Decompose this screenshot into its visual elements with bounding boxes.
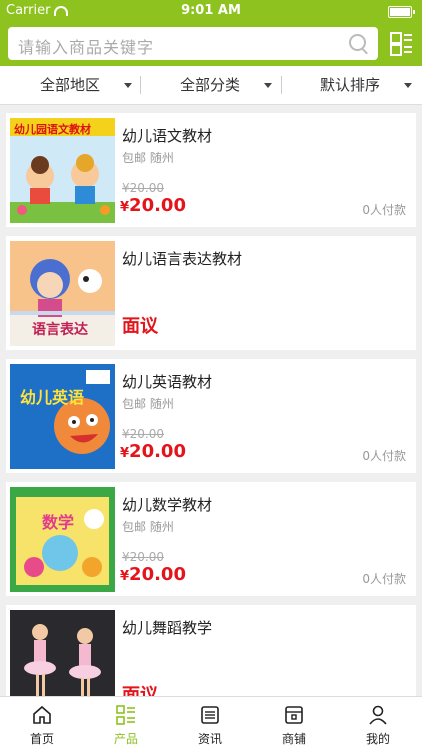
sale-price: ¥20.00 bbox=[120, 564, 186, 585]
shipping-info: 包邮 随州 bbox=[122, 151, 174, 165]
tab-shop[interactable]: 商铺 bbox=[252, 697, 336, 751]
grid-list-icon bbox=[116, 705, 135, 725]
original-price: ¥20.00 bbox=[122, 181, 164, 195]
cover-title: 幼儿园语文教材 bbox=[14, 123, 91, 136]
search-input[interactable]: 请输入商品关键字 bbox=[8, 27, 378, 60]
divider bbox=[140, 76, 141, 94]
product-image: 数学 bbox=[10, 487, 115, 592]
category-caret-icon bbox=[264, 83, 272, 88]
bottom-tab-bar: 首页 产品 资讯 商铺 我的 bbox=[0, 696, 422, 751]
buyer-count: 0人付款 bbox=[362, 572, 406, 586]
tab-label: 首页 bbox=[29, 732, 54, 746]
original-price: ¥20.00 bbox=[122, 427, 164, 441]
product-name: 幼儿语文教材 bbox=[122, 127, 213, 145]
sort-caret-icon bbox=[404, 83, 412, 88]
tab-products[interactable]: 产品 bbox=[84, 697, 168, 751]
tab-home[interactable]: 首页 bbox=[0, 697, 84, 751]
product-image: 幼儿英语 bbox=[10, 364, 115, 469]
tab-label: 我的 bbox=[365, 732, 390, 746]
battery-icon bbox=[388, 6, 415, 18]
sale-price: ¥20.00 bbox=[120, 441, 186, 462]
sale-price: ¥20.00 bbox=[120, 195, 186, 216]
status-bar: Carrier 9:01 AM bbox=[0, 0, 422, 22]
product-name: 幼儿语言表达教材 bbox=[122, 250, 243, 268]
product-card[interactable]: 幼儿园语文教材 幼儿语文教材 包邮 随州 ¥20.00 ¥20.00 0人付款 bbox=[6, 113, 416, 227]
search-icon[interactable] bbox=[349, 34, 366, 51]
tab-label: 产品 bbox=[113, 732, 138, 746]
category-filter[interactable]: 全部分类 bbox=[180, 66, 240, 104]
product-card[interactable]: 幼儿舞蹈教学 面议 bbox=[6, 605, 416, 696]
cover-title: 幼儿英语 bbox=[20, 388, 85, 407]
sort-filter[interactable]: 默认排序 bbox=[320, 66, 380, 104]
news-icon bbox=[201, 706, 219, 724]
tab-label: 资讯 bbox=[197, 732, 222, 746]
product-name: 幼儿数学教材 bbox=[122, 496, 213, 514]
tab-profile[interactable]: 我的 bbox=[336, 697, 420, 751]
product-image: 幼儿园语文教材 bbox=[10, 118, 115, 223]
buyer-count: 0人付款 bbox=[362, 203, 406, 217]
search-placeholder: 请输入商品关键字 bbox=[18, 38, 155, 57]
product-card[interactable]: 幼儿英语 幼儿英语教材 包邮 随州 ¥20.00 ¥20.00 0人付款 bbox=[6, 359, 416, 473]
cover-title: 语言表达 bbox=[32, 322, 88, 338]
filter-bar: 全部地区 全部分类 默认排序 bbox=[0, 66, 422, 105]
product-card[interactable]: 语言表达 幼儿语言表达教材 面议 bbox=[6, 236, 416, 350]
clock: 9:01 AM bbox=[181, 3, 241, 18]
cover-title: 数学 bbox=[42, 513, 75, 532]
shop-icon bbox=[285, 706, 303, 724]
product-image bbox=[10, 610, 115, 696]
buyer-count: 0人付款 bbox=[362, 449, 406, 463]
tab-news[interactable]: 资讯 bbox=[168, 697, 252, 751]
divider bbox=[281, 76, 282, 94]
user-icon bbox=[369, 705, 387, 725]
home-icon bbox=[33, 705, 51, 724]
product-name: 幼儿英语教材 bbox=[122, 373, 213, 391]
region-caret-icon bbox=[124, 83, 132, 88]
top-header: Carrier 9:01 AM 请输入商品关键字 bbox=[0, 0, 422, 66]
region-filter[interactable]: 全部地区 bbox=[40, 66, 100, 104]
product-name: 幼儿舞蹈教学 bbox=[122, 619, 213, 637]
shipping-info: 包邮 随州 bbox=[122, 397, 174, 411]
product-list: 幼儿园语文教材 幼儿语文教材 包邮 随州 ¥20.00 ¥20.00 0人付款 … bbox=[0, 104, 422, 696]
shipping-info: 包邮 随州 bbox=[122, 520, 174, 534]
negotiable-price: 面议 bbox=[122, 316, 158, 337]
category-menu-icon[interactable] bbox=[390, 32, 412, 56]
original-price: ¥20.00 bbox=[122, 550, 164, 564]
product-image: 语言表达 bbox=[10, 241, 115, 346]
product-card[interactable]: 数学 幼儿数学教材 包邮 随州 ¥20.00 ¥20.00 0人付款 bbox=[6, 482, 416, 596]
negotiable-price: 面议 bbox=[122, 685, 158, 696]
tab-label: 商铺 bbox=[281, 732, 306, 746]
